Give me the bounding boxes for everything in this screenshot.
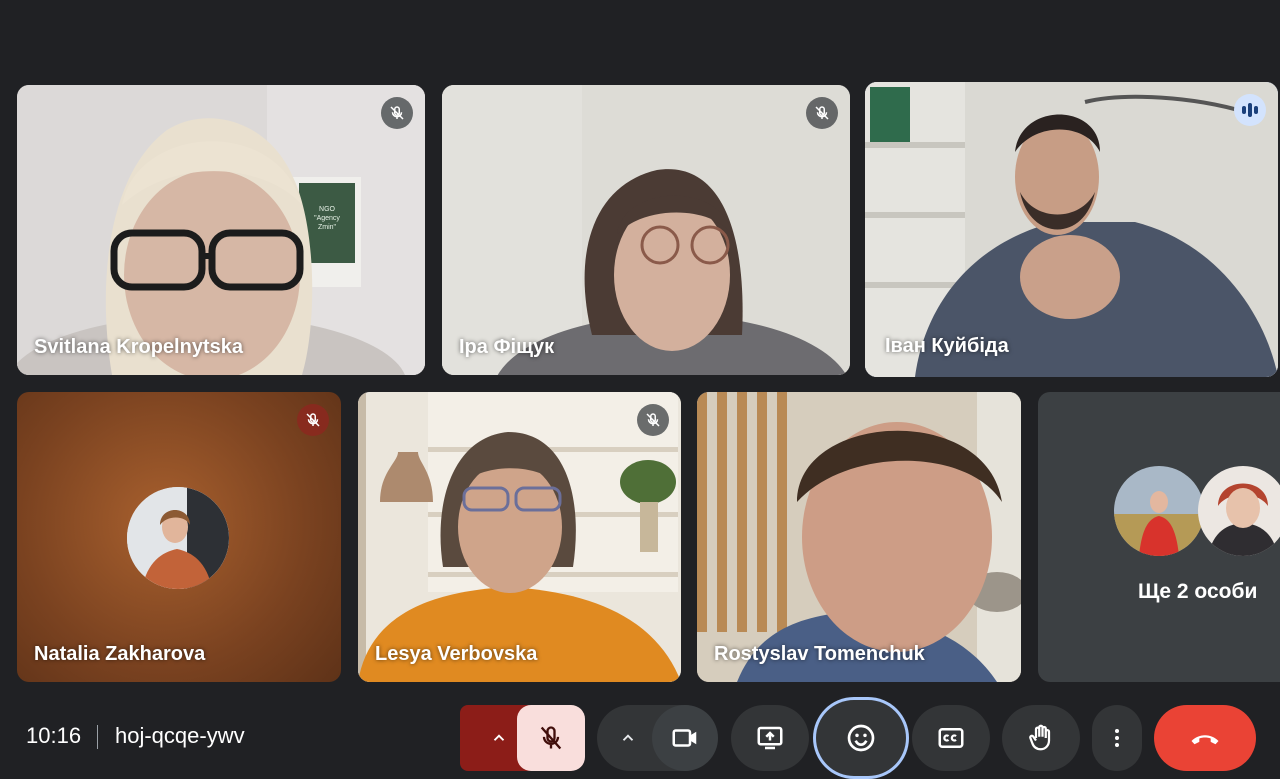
meeting-code: hoj-qcqe-ywv <box>115 723 245 748</box>
participant-tile-ivan[interactable]: Іван Куйбіда <box>865 82 1278 377</box>
camera-toggle-button[interactable] <box>652 705 718 771</box>
participant-tile-lesya[interactable]: Lesya Verbovska <box>358 392 681 682</box>
participant-video-rostyslav <box>697 392 1021 682</box>
participant-name: Lesya Verbovska <box>375 643 538 665</box>
muted-mic-icon <box>806 97 838 129</box>
leave-call-button[interactable] <box>1154 705 1256 771</box>
divider <box>97 725 98 749</box>
reactions-button[interactable] <box>816 700 906 776</box>
muted-mic-icon <box>381 97 413 129</box>
speaking-indicator-icon <box>1234 94 1266 126</box>
chevron-up-icon <box>493 734 505 741</box>
chevron-up-icon <box>622 734 634 741</box>
captions-icon <box>938 728 964 748</box>
raise-hand-button[interactable] <box>1002 705 1080 771</box>
more-vert-icon <box>1115 729 1119 747</box>
participant-name: Rostyslav Tomenchuk <box>714 643 925 665</box>
participant-name: Іван Куйбіда <box>885 335 1009 357</box>
mic-toggle-button[interactable] <box>517 705 585 771</box>
present-screen-icon <box>757 726 783 750</box>
muted-mic-icon <box>637 404 669 436</box>
end-call-icon <box>1191 735 1219 745</box>
camera-icon <box>672 729 697 747</box>
participant-name: Іра Фіщук <box>459 336 555 358</box>
poster-line1: NGO <box>319 206 335 213</box>
poster-line2: "Agency <box>314 215 340 222</box>
participant-tile-ira[interactable]: Іра Фіщук <box>442 85 850 375</box>
more-options-button[interactable] <box>1092 705 1142 771</box>
participant-name: Natalia Zakharova <box>34 643 206 665</box>
participant-tile-natalia[interactable]: Natalia Zakharova <box>17 392 341 682</box>
avatar <box>1198 466 1280 556</box>
muted-mic-icon <box>297 404 329 436</box>
poster-line3: Zmin" <box>317 224 337 231</box>
participant-video-ivan <box>865 82 1278 377</box>
present-screen-button[interactable] <box>731 705 809 771</box>
others-count-label: Ще 2 особи <box>1138 580 1258 603</box>
clock: 10:16 <box>26 723 82 748</box>
avatar <box>127 487 229 589</box>
avatar <box>1114 466 1204 556</box>
participant-video-ira <box>442 85 850 375</box>
participant-video-lesya <box>358 392 681 682</box>
emoji-icon <box>847 724 875 752</box>
participant-name: Svitlana Kropelnytska <box>34 336 243 358</box>
participant-tile-rostyslav[interactable]: Rostyslav Tomenchuk <box>697 392 1021 682</box>
participant-video-svitlana <box>17 85 425 375</box>
mic-off-icon <box>540 726 562 750</box>
poster: NGO "Agency Zmin" <box>301 185 353 261</box>
hand-icon <box>1029 724 1051 751</box>
bottom-bar: 10:16 hoj-qcqe-ywv <box>0 695 1280 779</box>
captions-button[interactable] <box>912 705 990 771</box>
participant-tile-svitlana[interactable]: NGO "Agency Zmin" Svitlana Kropelnytska <box>17 85 425 375</box>
others-tile[interactable]: Ще 2 особи <box>1038 392 1280 682</box>
